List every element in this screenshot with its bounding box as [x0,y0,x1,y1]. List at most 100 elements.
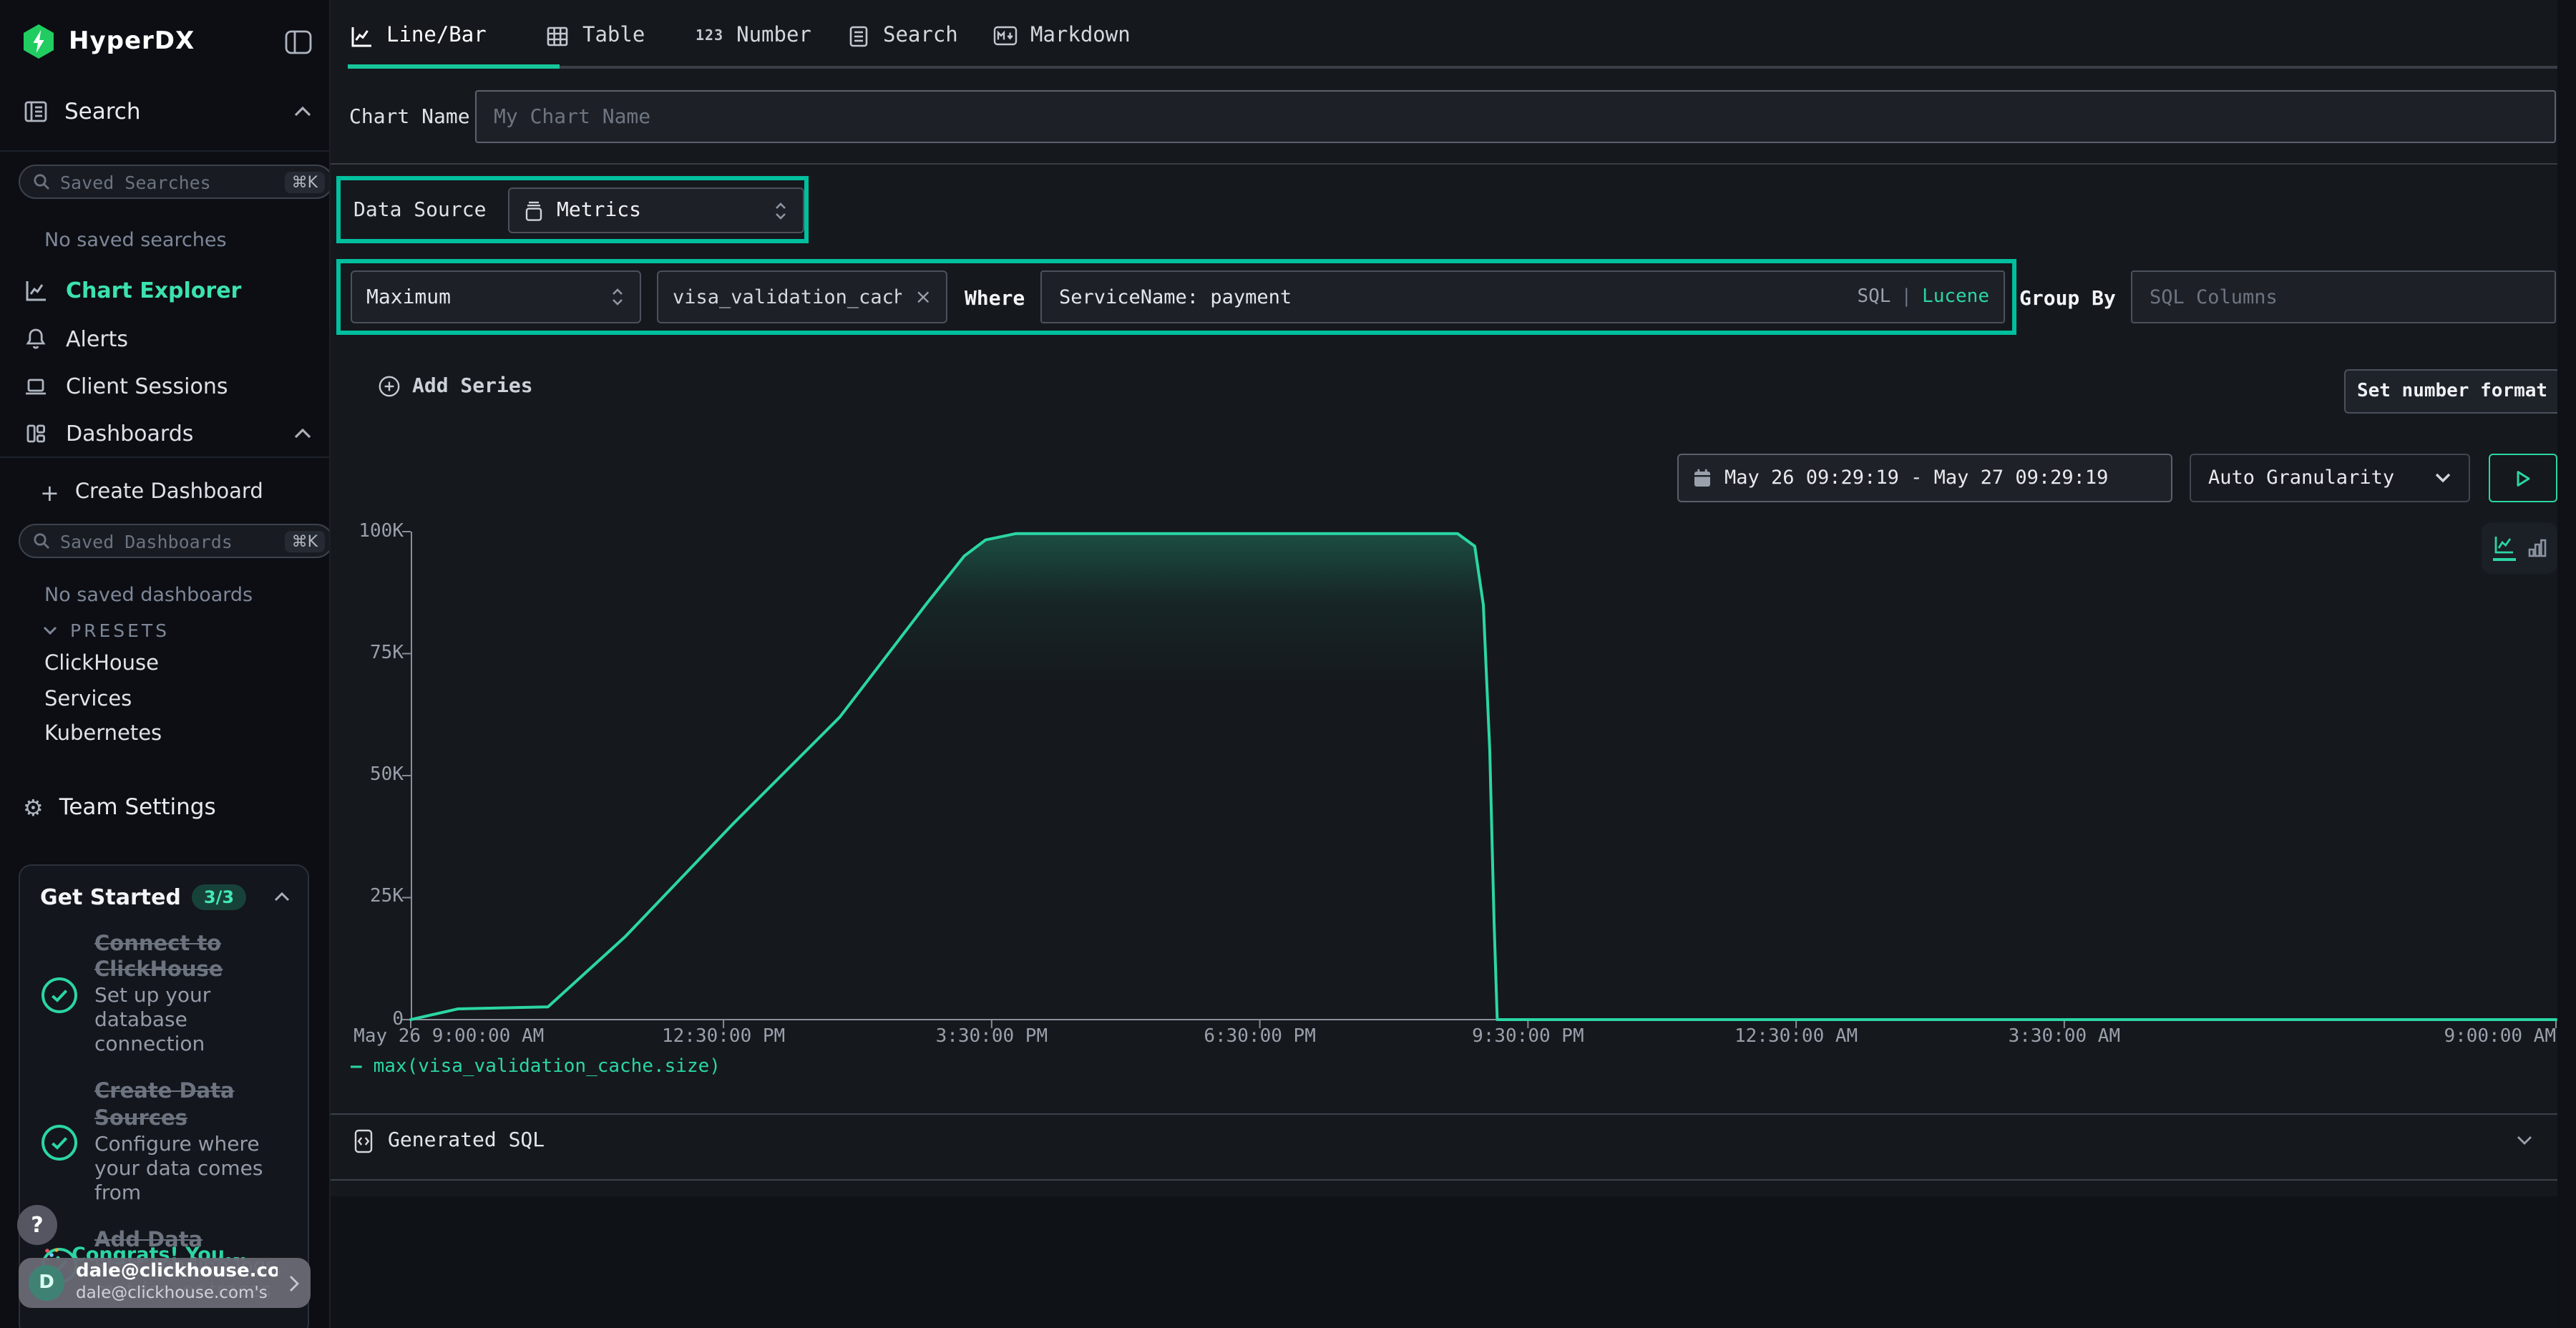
presets-header[interactable]: PRESETS [43,620,170,641]
metrics-source-icon [524,200,544,221]
generated-sql-toggle[interactable]: Generated SQL [353,1120,2533,1161]
sidebar-item-chart-explorer[interactable]: Chart Explorer [23,272,312,309]
preset-services[interactable]: Services [44,688,132,711]
sql-mode-toggle[interactable]: SQL [1857,286,1890,308]
preset-kubernetes[interactable]: Kubernetes [44,723,162,746]
document-list-icon [847,24,870,48]
page-footer-area [329,1196,2576,1328]
sidebar-item-client-sessions[interactable]: Client Sessions [23,368,312,405]
table-icon [545,24,570,48]
checklist-item-datasources[interactable]: Create Data Sources Configure where your… [40,1080,299,1206]
plus-circle-icon [378,375,401,398]
laptop-icon [23,374,49,399]
search-icon [33,532,50,550]
tab-table[interactable]: Table [545,14,645,57]
user-email: dale@clickhouse.com [76,1263,278,1284]
time-range-picker[interactable]: May 26 09:29:19 - May 27 09:29:19 [1677,454,2172,502]
team-settings-item[interactable]: ⚙ Team Settings [23,787,312,827]
data-source-select[interactable]: Metrics [508,187,804,233]
remove-metric-icon[interactable]: × [915,285,932,308]
avatar: D [29,1265,64,1301]
data-source-value: Metrics [557,199,760,222]
select-chevrons-icon [610,286,625,308]
checklist-item-title: Create Data Sources [94,1080,298,1132]
where-input[interactable]: ServiceName: payment SQL | Lucene [1040,270,2005,323]
y-tick-label: 100K [329,520,404,542]
saved-dashboards-placeholder: Saved Dashboards [60,530,275,552]
create-dashboard-label: Create Dashboard [75,481,263,504]
sidebar-item-label: Chart Explorer [66,278,241,303]
run-query-button[interactable] [2489,454,2557,502]
x-tick-label: 3:30:00 AM [2009,1026,2121,1048]
granularity-select[interactable]: Auto Granularity [2190,454,2470,502]
sidebar: HyperDX Search Saved Searches ⌘K No save… [0,0,331,1328]
tab-line-bar[interactable]: Line/Bar [349,14,487,57]
aggregation-value: Maximum [366,285,597,308]
tab-label: Search [883,24,958,47]
time-range-value: May 26 09:29:19 - May 27 09:29:19 [1724,467,2108,489]
tab-markdown[interactable]: Markdown [993,14,1131,57]
chevron-up-icon[interactable] [293,106,312,117]
checklist-item-desc: Set up your database connection [94,985,298,1058]
saved-searches-input[interactable]: Saved Searches ⌘K [19,165,331,199]
x-tick-label: 9:00:00 AM [2444,1026,2556,1048]
metric-tag-label: visa_validation_cach [673,285,902,308]
y-tick-label: 50K [329,764,404,786]
tab-number[interactable]: 123 Number [696,14,811,57]
shortcut-badge: ⌘K [285,171,325,192]
y-tick-label: 25K [329,887,404,908]
divider [329,1113,2576,1115]
collapse-sidebar-icon[interactable] [285,29,312,54]
tab-bar-divider [348,66,2576,69]
group-by-input[interactable] [2131,270,2556,323]
chart-name-input[interactable] [475,90,2556,143]
x-tick-label: May 26 9:00:00 AM [353,1026,544,1048]
get-started-progress-badge: 3/3 [192,884,245,910]
saved-dashboards-input[interactable]: Saved Dashboards ⌘K [19,524,331,558]
add-series-label: Add Series [412,375,533,398]
user-org: dale@clickhouse.com's [76,1284,278,1303]
y-tick-label: 75K [329,643,404,664]
hyperdx-logo-icon [23,24,54,59]
user-menu[interactable]: D dale@clickhouse.com dale@clickhouse.co… [19,1258,311,1308]
plus-icon: + [40,479,59,506]
active-tab-indicator [348,64,560,69]
tab-search[interactable]: Search [847,14,958,57]
checklist-item-connect[interactable]: Connect to ClickHouse Set up your databa… [40,932,299,1058]
set-number-format-label: Set number format [2357,381,2547,402]
legend-dash-icon: — [351,1056,362,1078]
chevron-down-icon [2434,472,2451,484]
sidebar-item-label: Alerts [66,326,128,352]
chevron-up-icon[interactable] [293,428,312,439]
checklist-item-desc: Configure where your data comes from [94,1133,298,1206]
preset-clickhouse[interactable]: ClickHouse [44,653,159,675]
dashboards-icon [23,421,49,446]
divider [0,150,329,152]
gear-icon: ⚙ [23,794,44,821]
tab-label: Number [736,24,811,47]
markdown-icon [993,26,1018,46]
chevron-up-icon[interactable] [273,892,291,903]
main-panel: Line/Bar Table 123 Number Search Markdow… [329,0,2576,1328]
x-tick-label: 9:30:00 PM [1472,1026,1584,1048]
check-circle-icon [40,1123,79,1162]
chart-canvas[interactable] [411,529,2556,1022]
chart-legend[interactable]: — max(visa_validation_cache.size) [351,1056,721,1078]
lucene-mode-toggle[interactable]: Lucene [1922,286,1989,308]
x-axis-labels: May 26 9:00:00 AM12:30:00 PM3:30:00 PM6:… [411,1026,2556,1052]
presets-header-label: PRESETS [70,620,170,641]
help-button[interactable]: ? [17,1205,57,1245]
sidebar-item-dashboards[interactable]: Dashboards [23,415,312,452]
sidebar-item-label: Dashboards [66,421,193,446]
sidebar-item-alerts[interactable]: Alerts [23,321,312,358]
legend-series-name: max(visa_validation_cache.size) [374,1056,721,1078]
scroll-gutter[interactable] [2557,0,2576,1328]
divider [0,456,329,458]
aggregation-select[interactable]: Maximum [351,270,641,323]
add-series-button[interactable]: Add Series [378,375,533,398]
set-number-format-button[interactable]: Set number format [2344,369,2560,414]
bell-icon [23,326,49,352]
create-dashboard-button[interactable]: + Create Dashboard [40,474,312,511]
metric-tag[interactable]: visa_validation_cach × [657,270,947,323]
sidebar-section-search[interactable]: Search [23,92,312,132]
